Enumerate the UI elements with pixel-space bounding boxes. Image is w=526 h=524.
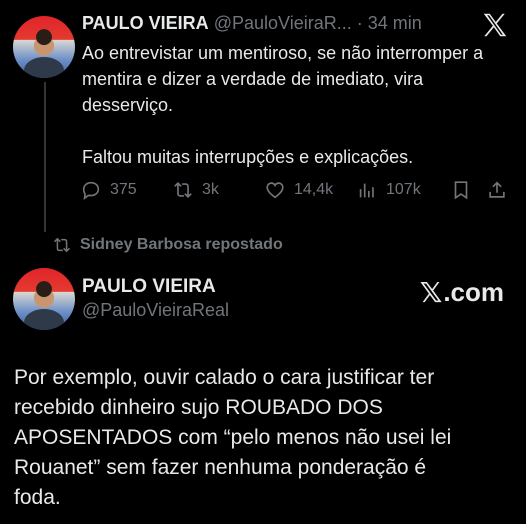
tweet-time[interactable]: 34 min xyxy=(368,13,422,33)
embedded-author-avatar[interactable] xyxy=(13,268,75,330)
bookmark-button[interactable] xyxy=(450,176,472,204)
author-name[interactable]: PAULO VIEIRA xyxy=(82,13,209,33)
embedded-author-name[interactable]: PAULO VIEIRA xyxy=(82,276,216,298)
repost-count: 3k xyxy=(202,181,219,198)
embedded-author-handle[interactable]: @PauloVieiraReal xyxy=(82,300,229,321)
views-icon xyxy=(359,183,374,198)
embedded-text-line: APOSENTADOS com “pelo menos não usei lei xyxy=(14,426,452,449)
repost-banner-label: Sidney Barbosa repostado xyxy=(80,236,283,253)
tweet-paragraph: Ao entrevistar um mentiroso, se não inte… xyxy=(82,43,484,115)
tweet-header: PAULO VIEIRA @PauloVieiraR... · 34 min xyxy=(82,13,422,34)
thread-line xyxy=(44,82,46,232)
tweet-text: Ao entrevistar um mentiroso, se não inte… xyxy=(82,40,502,170)
like-button[interactable]: 14,4k xyxy=(264,176,333,204)
action-bar: 375 3k 14,4k 107k xyxy=(80,176,510,204)
embedded-tweet-text: Por exemplo, ouvir calado o cara justifi… xyxy=(14,363,514,513)
heart-icon xyxy=(266,182,284,199)
tweet-paragraph: Faltou muitas interrupções e explicações… xyxy=(82,147,414,167)
share-button[interactable] xyxy=(486,176,508,204)
embedded-text-line: foda. xyxy=(14,486,61,509)
repost-icon xyxy=(174,181,192,199)
header-separator: · xyxy=(356,13,363,33)
view-count: 107k xyxy=(386,181,421,198)
embedded-text-line: recebido dinheiro sujo ROUBADO DOS xyxy=(14,396,383,419)
reply-icon xyxy=(82,181,100,201)
brand-suffix: .com xyxy=(443,277,504,307)
author-handle[interactable]: @PauloVieiraR... xyxy=(214,13,352,33)
bookmark-icon xyxy=(454,181,468,200)
embedded-text-line: Por exemplo, ouvir calado o cara justifi… xyxy=(14,366,435,389)
repost-banner[interactable]: Sidney Barbosa repostado xyxy=(52,235,283,255)
like-count: 14,4k xyxy=(294,181,334,198)
repost-button[interactable]: 3k xyxy=(172,176,219,204)
reply-button[interactable]: 375 xyxy=(80,176,137,204)
x-logo-icon: 𝕏 xyxy=(419,276,443,309)
views-button[interactable]: 107k xyxy=(356,176,421,204)
x-com-brand: 𝕏 .com xyxy=(420,276,504,309)
embedded-text-line: Rouanet” sem fazer nenhuma ponderação é xyxy=(14,456,427,479)
share-icon xyxy=(489,181,505,198)
repost-icon xyxy=(53,237,71,253)
reply-count: 375 xyxy=(110,181,137,198)
author-avatar[interactable] xyxy=(13,16,75,78)
